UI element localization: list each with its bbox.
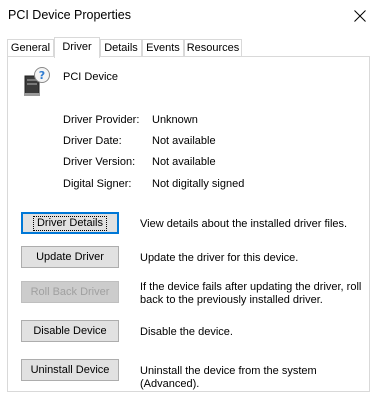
update-driver-description: Update the driver for this device. (140, 252, 299, 264)
tab-resources[interactable]: Resources (184, 39, 242, 56)
driver-version-label: Driver Version: (63, 156, 136, 168)
tab-driver[interactable]: Driver (54, 37, 100, 58)
driver-provider-label: Driver Provider: (63, 114, 140, 126)
window-title: PCI Device Properties (8, 8, 131, 22)
close-button[interactable] (343, 0, 377, 32)
uninstall-device-button[interactable]: Uninstall Device (21, 359, 119, 381)
driver-details-button[interactable]: Driver Details (21, 212, 119, 234)
svg-text:?: ? (39, 69, 45, 82)
digital-signer-label: Digital Signer: (63, 178, 132, 190)
disable-device-button[interactable]: Disable Device (21, 320, 119, 342)
driver-date-label: Driver Date: (63, 135, 122, 147)
tab-strip: General Driver Details Events Resources (7, 37, 370, 58)
disable-device-description: Disable the device. (140, 326, 233, 338)
driver-details-description: View details about the installed driver … (140, 218, 348, 230)
unknown-device-icon: ? (24, 67, 50, 96)
title-bar: PCI Device Properties (0, 0, 377, 32)
roll-back-driver-description: If the device fails after updating the d… (140, 281, 362, 306)
tab-general[interactable]: General (7, 39, 54, 56)
close-icon (354, 10, 366, 22)
update-driver-button[interactable]: Update Driver (21, 246, 119, 268)
roll-back-driver-button[interactable]: Roll Back Driver (21, 281, 119, 303)
uninstall-device-description: Uninstall the device from the system (Ad… (140, 365, 317, 390)
driver-date-value: Not available (152, 135, 216, 147)
driver-provider-value: Unknown (152, 114, 198, 126)
tab-events[interactable]: Events (142, 39, 184, 56)
device-name: PCI Device (63, 71, 119, 83)
driver-details-label: Driver Details (32, 215, 107, 231)
digital-signer-value: Not digitally signed (152, 178, 245, 190)
driver-version-value: Not available (152, 156, 216, 168)
tab-details[interactable]: Details (100, 39, 142, 56)
